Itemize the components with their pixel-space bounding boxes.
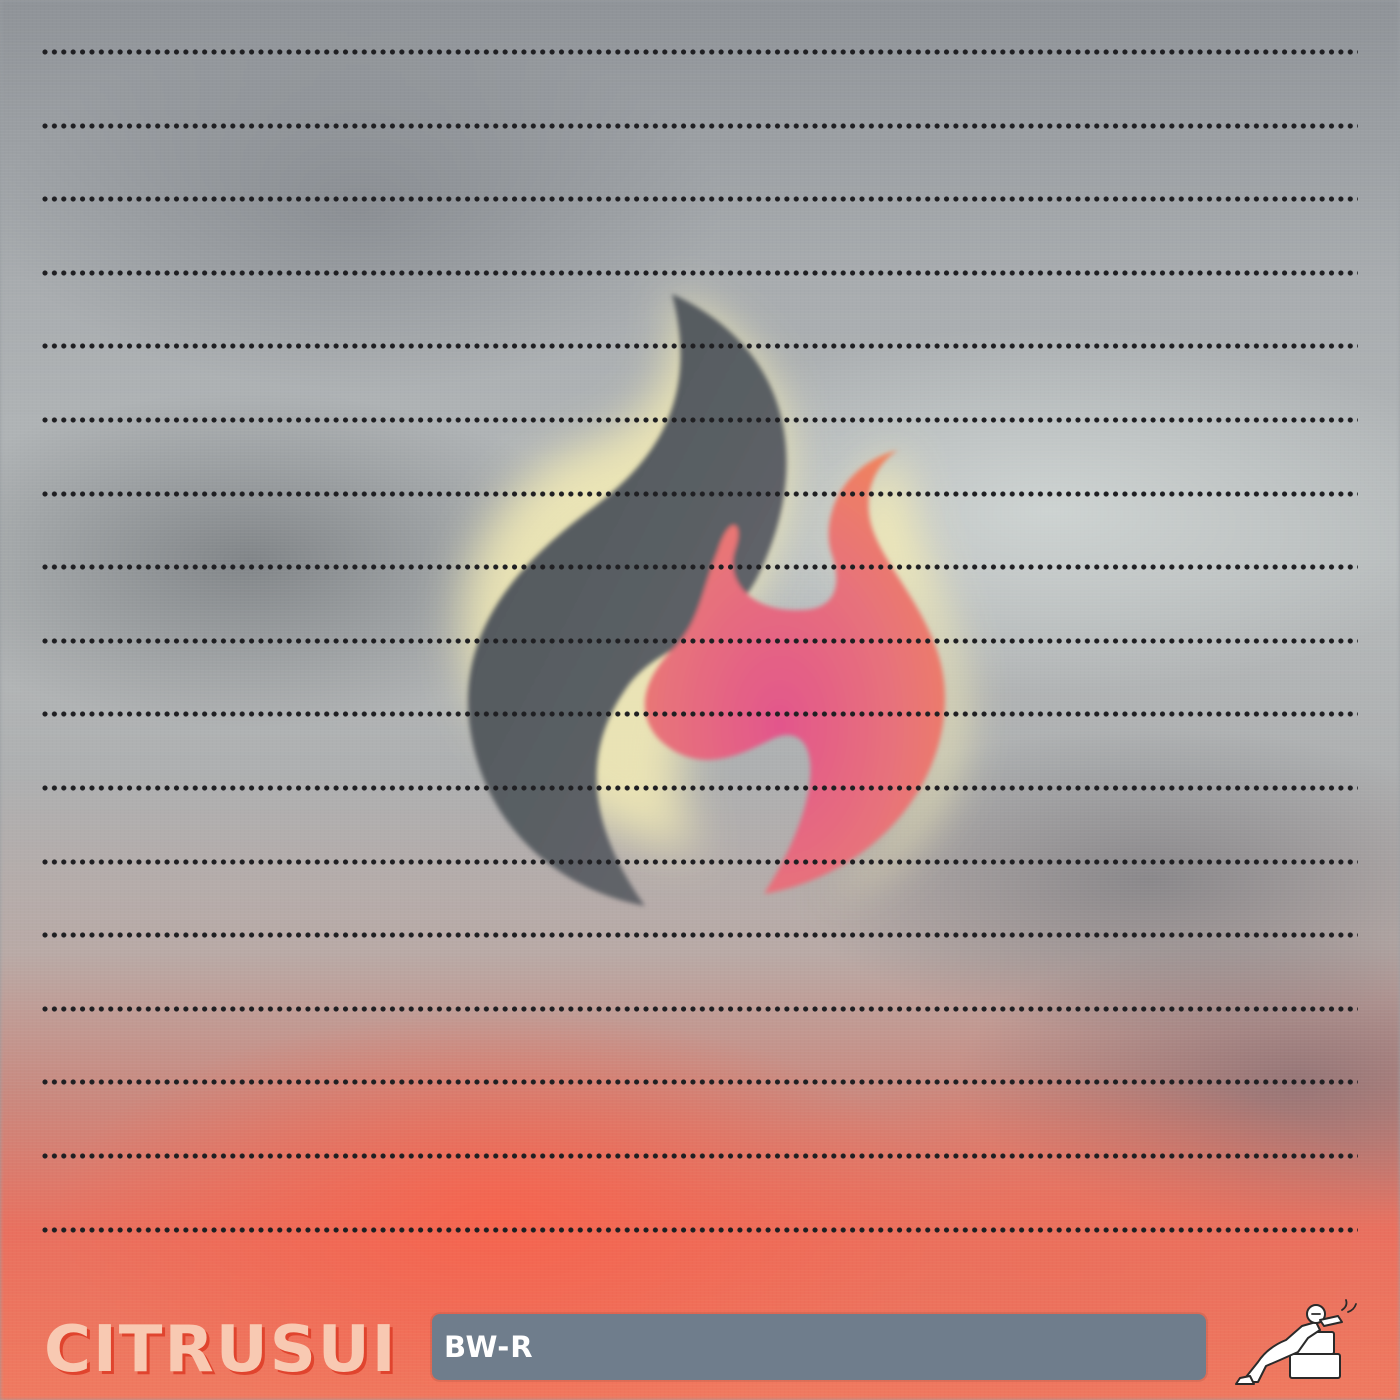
cover-artwork: CITRUSUI BW-R <box>0 0 1400 1400</box>
dotted-line <box>42 417 1358 423</box>
label-bar: BW-R <box>432 1314 1206 1380</box>
dotted-line <box>42 637 1358 644</box>
dotted-line <box>42 1005 1358 1012</box>
dotted-line <box>42 932 1358 939</box>
label-bar-text: BW-R <box>444 1330 534 1364</box>
dotted-line <box>42 711 1358 718</box>
dotted-line <box>42 1079 1358 1086</box>
dotted-line <box>42 1226 1358 1233</box>
dotted-line <box>42 269 1358 276</box>
dotted-line <box>42 858 1358 865</box>
dotted-line <box>42 785 1358 791</box>
dotted-line <box>42 196 1358 203</box>
dotted-line <box>42 490 1358 497</box>
dotted-line <box>42 122 1358 129</box>
dotted-line <box>42 49 1358 55</box>
reclining-figure-icon <box>1228 1296 1370 1386</box>
brand-wordmark: CITRUSUI <box>44 1313 398 1387</box>
dotted-line-rules <box>42 0 1358 1400</box>
dotted-line <box>42 564 1358 571</box>
dotted-line <box>42 1153 1358 1159</box>
dotted-line <box>42 343 1358 350</box>
